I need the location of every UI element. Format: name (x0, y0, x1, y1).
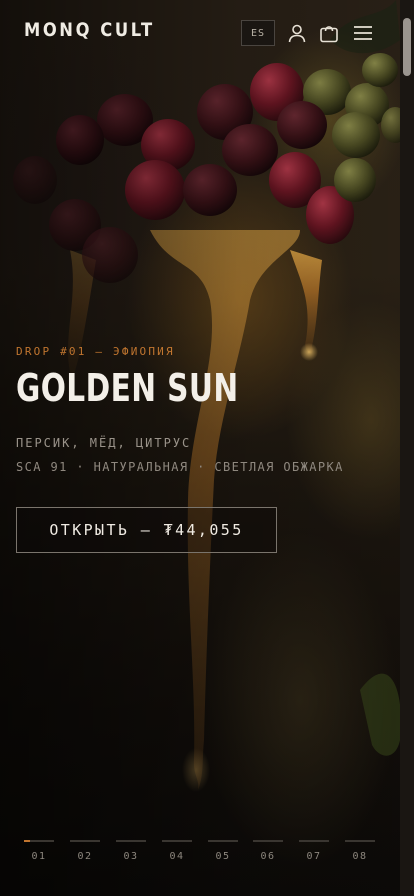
product-title: GOLDEN SUN (16, 366, 239, 410)
pager-item[interactable]: 01 (24, 840, 54, 862)
scrollbar-track[interactable] (400, 0, 414, 896)
pager-progress-track (299, 840, 329, 842)
pager-progress-track (70, 840, 100, 842)
pager-item[interactable]: 02 (70, 840, 100, 862)
user-icon[interactable] (286, 22, 308, 44)
open-button[interactable]: ОТКРЫТЬ — ₮44,055 (16, 507, 277, 553)
pager-item[interactable]: 07 (299, 840, 329, 862)
pager-progress-fill (24, 840, 30, 842)
pager-number: 07 (306, 851, 322, 862)
tasting-notes: ПЕРСИК, МЁД, ЦИТРУС (16, 436, 192, 450)
pager-progress-track (116, 840, 146, 842)
pager-item[interactable]: 08 (345, 840, 375, 862)
product-specs: SCA 91 · НАТУРАЛЬНАЯ · СВЕТЛАЯ ОБЖАРКА (16, 460, 344, 474)
pager-progress-track (24, 840, 54, 842)
brand-logo[interactable]: MONQ CULT (24, 19, 155, 41)
menu-icon[interactable] (352, 22, 374, 44)
pager-progress-track (162, 840, 192, 842)
pager-item[interactable]: 03 (116, 840, 146, 862)
pager-number: 08 (352, 851, 368, 862)
pager-progress-track (345, 840, 375, 842)
pager-progress-track (208, 840, 238, 842)
pager-number: 05 (215, 851, 231, 862)
pager-progress-track (253, 840, 283, 842)
pager-item[interactable]: 05 (208, 840, 238, 862)
pager-number: 04 (169, 851, 185, 862)
language-switcher[interactable]: ES (241, 20, 275, 46)
pager-number: 06 (260, 851, 276, 862)
pager-number: 03 (123, 851, 139, 862)
scrollbar-thumb[interactable] (403, 18, 411, 76)
pager-item[interactable]: 04 (162, 840, 192, 862)
cart-icon[interactable] (318, 22, 340, 44)
pager-number: 02 (77, 851, 93, 862)
slide-pager: 01 02 03 04 05 06 07 08 (24, 840, 376, 870)
drop-label: DROP #01 — ЭФИОПИЯ (16, 345, 175, 358)
pager-number: 01 (31, 851, 47, 862)
top-nav: MONQ CULT ES (0, 14, 400, 50)
pager-item[interactable]: 06 (253, 840, 283, 862)
